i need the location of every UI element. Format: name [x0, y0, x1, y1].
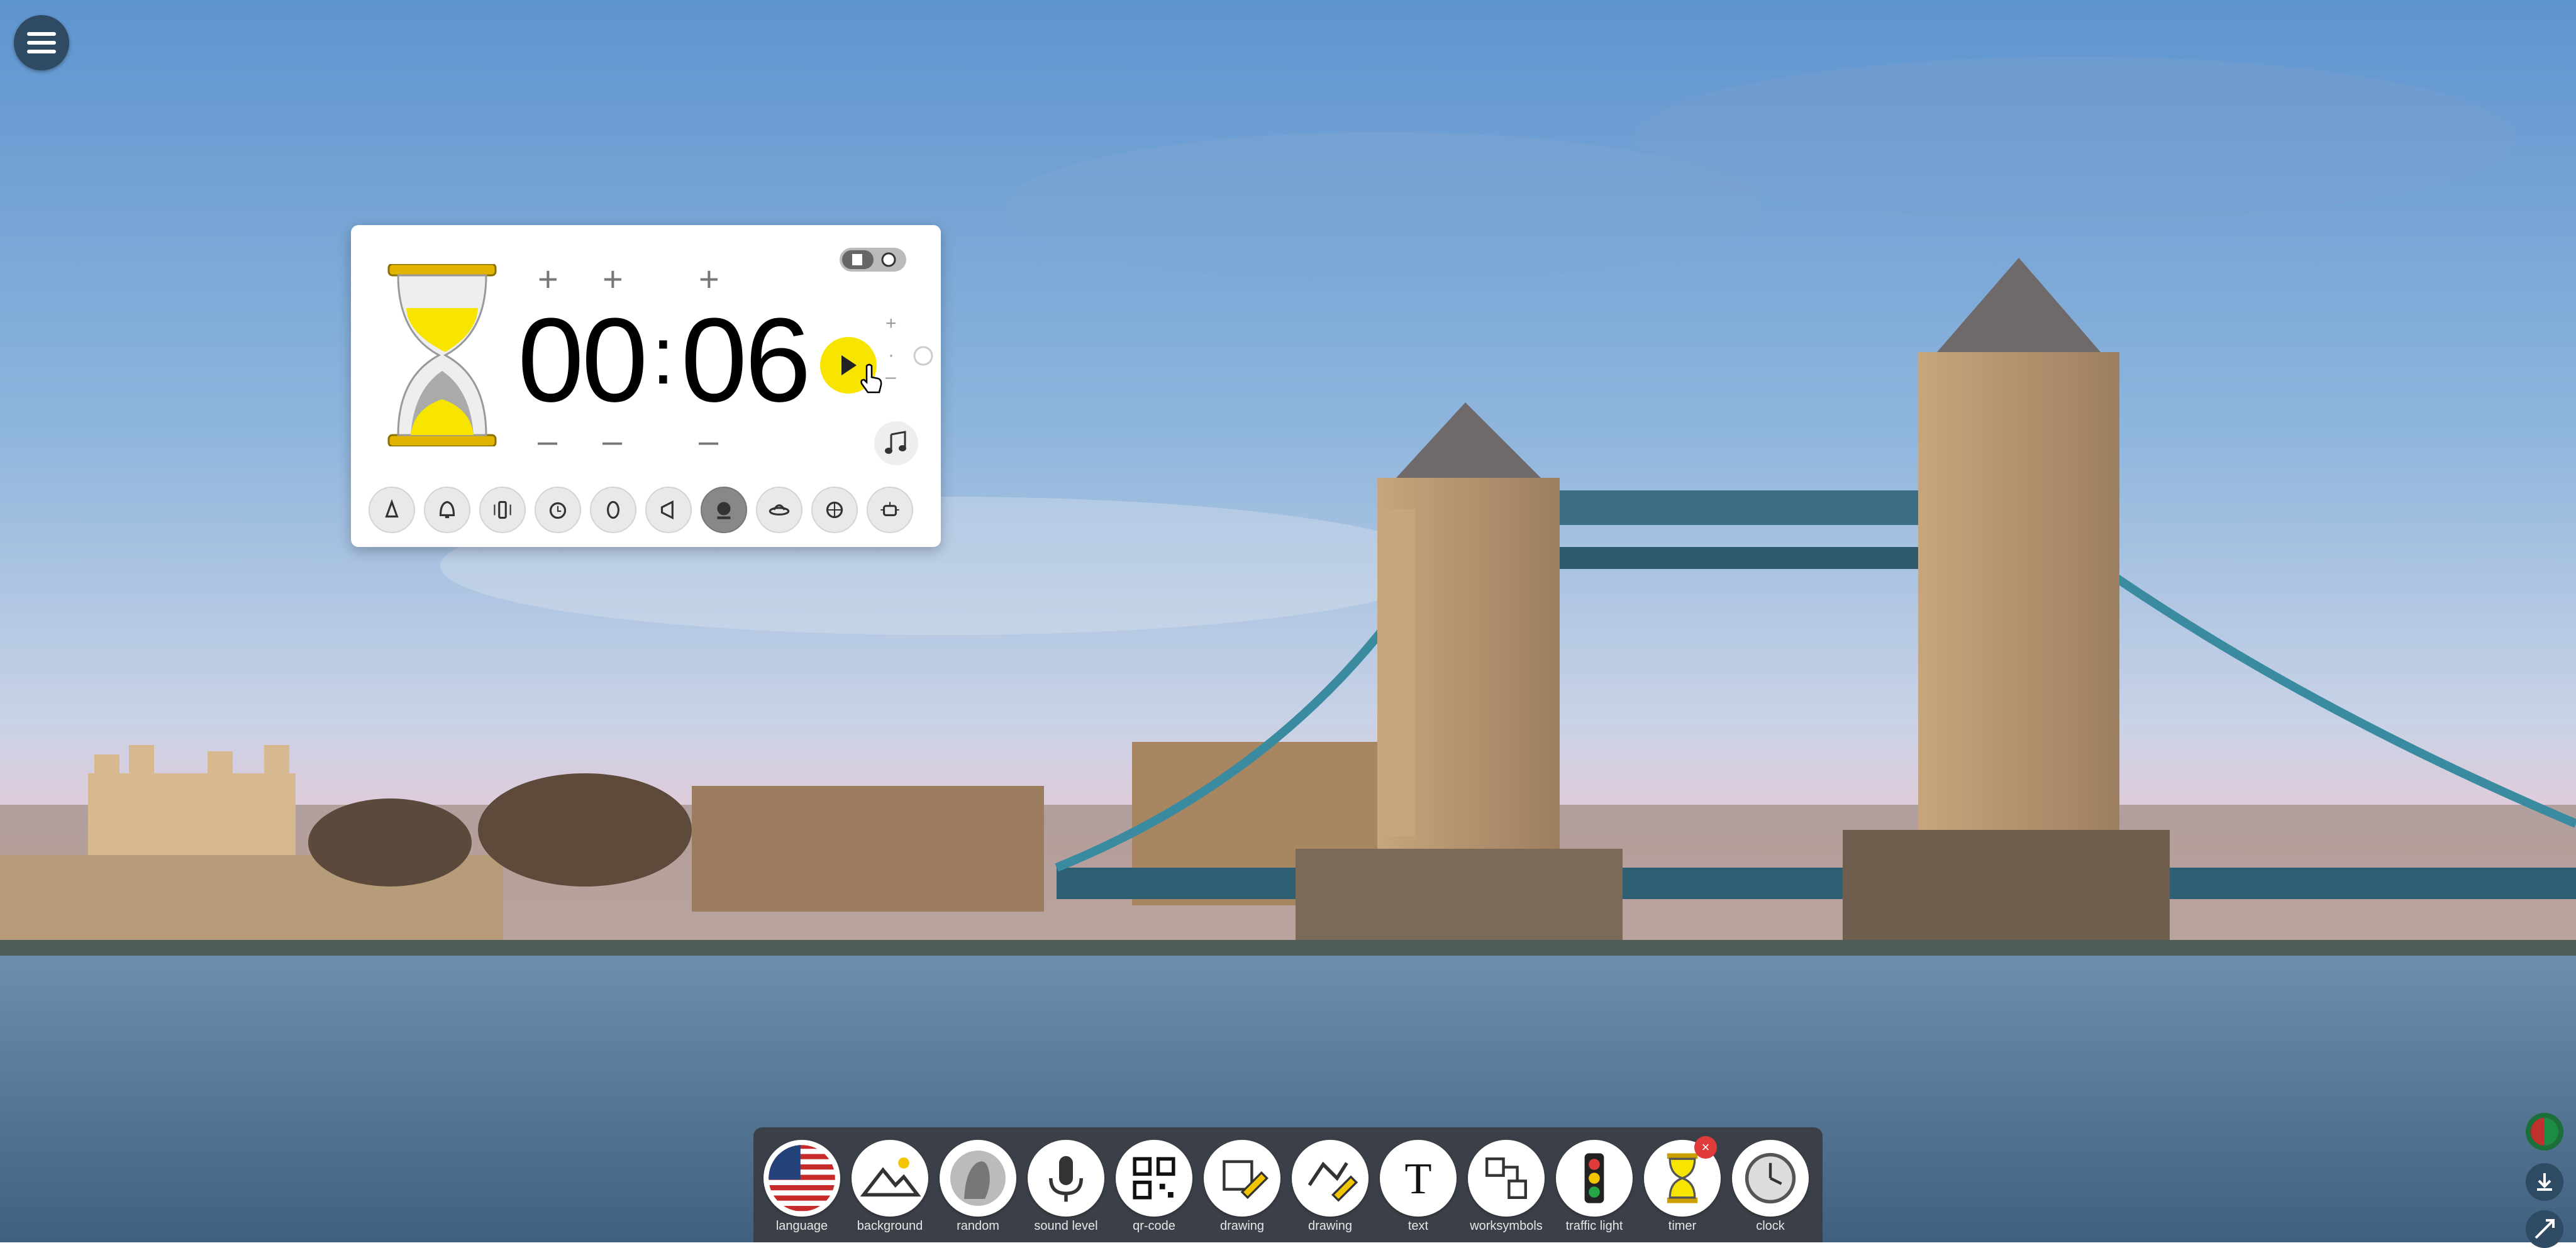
random-name-icon: [950, 1151, 1006, 1206]
time-separator: :: [652, 309, 675, 401]
drawing-pencil-icon: [1223, 1160, 1269, 1200]
toolbar-icon-circle[interactable]: [1732, 1140, 1809, 1217]
sound-option-wheel[interactable]: [811, 487, 858, 533]
toolbar-label: qr-code: [1133, 1219, 1175, 1233]
qr-code-icon: [1133, 1157, 1175, 1200]
side-decrease-icon[interactable]: –: [886, 367, 896, 388]
toolbar-icon-circle[interactable]: [1468, 1140, 1545, 1217]
toolbar-label: timer: [1668, 1219, 1697, 1233]
toolbar-icon-circle[interactable]: [1028, 1140, 1104, 1217]
toolbar-timer-button[interactable]: timer ×: [1641, 1136, 1723, 1242]
sound-option-zero[interactable]: [590, 487, 636, 533]
landscape-icon: [860, 1157, 921, 1197]
text-icon: T: [1405, 1154, 1432, 1203]
traffic-light-icon: [1584, 1153, 1604, 1203]
sound-options: [364, 487, 935, 534]
svg-text:T: T: [1405, 1154, 1432, 1203]
zero-sound-icon: [607, 500, 619, 519]
toolbar-icon-circle[interactable]: [1556, 1140, 1633, 1217]
sound-option-bell[interactable]: [424, 487, 470, 533]
toolbar-language-button[interactable]: language: [761, 1140, 843, 1242]
sound-option-alarm-clock[interactable]: [535, 487, 581, 533]
sound-option-ufo[interactable]: [756, 487, 802, 533]
toolbar-clock-button[interactable]: clock: [1729, 1140, 1811, 1242]
gong-sound-icon: [717, 502, 731, 519]
bell-sound-icon: [439, 500, 455, 519]
worksymbols-icon: [1485, 1157, 1527, 1199]
toolbar-drawing-2-button[interactable]: drawing: [1289, 1140, 1371, 1242]
background-image: [0, 0, 2576, 1242]
sound-option-vibrate[interactable]: [479, 487, 526, 533]
clock-icon: [1745, 1152, 1796, 1204]
toolbar-label: traffic light: [1565, 1219, 1623, 1233]
toolbar-background-button[interactable]: background: [849, 1140, 931, 1242]
timer-display: 00 : 06: [518, 288, 811, 433]
music-button[interactable]: [874, 421, 918, 465]
ufo-sound-icon: [769, 504, 790, 516]
toolbar-icon-circle[interactable]: [1116, 1140, 1192, 1217]
mode-toggle[interactable]: [838, 244, 908, 275]
seconds-value[interactable]: 06: [680, 301, 811, 420]
toolbar-icon-circle[interactable]: [940, 1140, 1016, 1217]
toolbar-random-button[interactable]: random: [937, 1140, 1019, 1242]
toolbar-label: random: [957, 1219, 999, 1233]
drawing-shapes-icon: [1307, 1161, 1358, 1202]
hamburger-menu-icon: [27, 32, 56, 53]
wheel-sound-icon: [826, 501, 843, 519]
toolbar-qr-code-button[interactable]: qr-code: [1113, 1140, 1195, 1242]
us-flag-icon: [769, 1145, 835, 1212]
music-note-icon: [885, 431, 906, 454]
sound-option-horn[interactable]: [645, 487, 692, 533]
toolbar-icon-circle[interactable]: [1292, 1140, 1368, 1217]
toolbar-icon-circle[interactable]: [852, 1140, 928, 1217]
horn-sound-icon: [660, 500, 674, 520]
menu-button[interactable]: [14, 15, 69, 70]
side-dot-icon: ·: [888, 345, 894, 365]
microphone-icon: [1049, 1156, 1083, 1202]
robot-sound-icon: [880, 502, 899, 516]
toolbar-label: text: [1407, 1219, 1429, 1233]
download-icon[interactable]: [2526, 1163, 2563, 1201]
reset-icon[interactable]: [911, 343, 936, 368]
vibrate-sound-icon: [494, 500, 511, 519]
ring-sound-icon: [385, 499, 399, 518]
sound-option-robot[interactable]: [867, 487, 913, 533]
hand-cursor-icon: [860, 363, 882, 394]
hourglass-icon: [387, 264, 497, 446]
sound-option-gong[interactable]: [701, 487, 747, 533]
toolbar-traffic-light-button[interactable]: traffic light: [1553, 1140, 1635, 1242]
toolbar-label: drawing: [1307, 1219, 1353, 1233]
close-badge-icon[interactable]: ×: [1694, 1136, 1717, 1159]
toolbar-label: background: [857, 1219, 923, 1233]
play-icon: [841, 355, 857, 375]
timer-widget[interactable]: + + + – – – 00 : 06 + · –: [351, 225, 941, 547]
toolbar-text-button[interactable]: Ttext: [1377, 1140, 1459, 1242]
toolbar-label: worksymbols: [1470, 1219, 1543, 1233]
globe-icon[interactable]: [2526, 1113, 2563, 1151]
toolbar-worksymbols-button[interactable]: worksymbols: [1465, 1140, 1547, 1242]
minutes-value[interactable]: 00: [518, 301, 648, 420]
toolbar-sound-level-button[interactable]: sound level: [1025, 1140, 1107, 1242]
alarm-clock-sound-icon: [549, 502, 567, 519]
expand-icon[interactable]: [2526, 1210, 2563, 1248]
toolbar-label: language: [775, 1219, 828, 1233]
side-increase-icon[interactable]: +: [886, 313, 897, 334]
toolbar-icon-circle[interactable]: [763, 1140, 840, 1217]
bottom-toolbar: language background random sound level qr-co…: [753, 1127, 1823, 1242]
toolbar-icon-circle[interactable]: T: [1380, 1140, 1457, 1217]
toolbar-label: drawing: [1219, 1219, 1265, 1233]
toolbar-label: clock: [1756, 1219, 1785, 1233]
toolbar-drawing-button[interactable]: drawing: [1201, 1140, 1283, 1242]
sound-option-ring[interactable]: [369, 487, 415, 533]
toolbar-icon-circle[interactable]: [1204, 1140, 1280, 1217]
toolbar-label: sound level: [1034, 1219, 1098, 1233]
